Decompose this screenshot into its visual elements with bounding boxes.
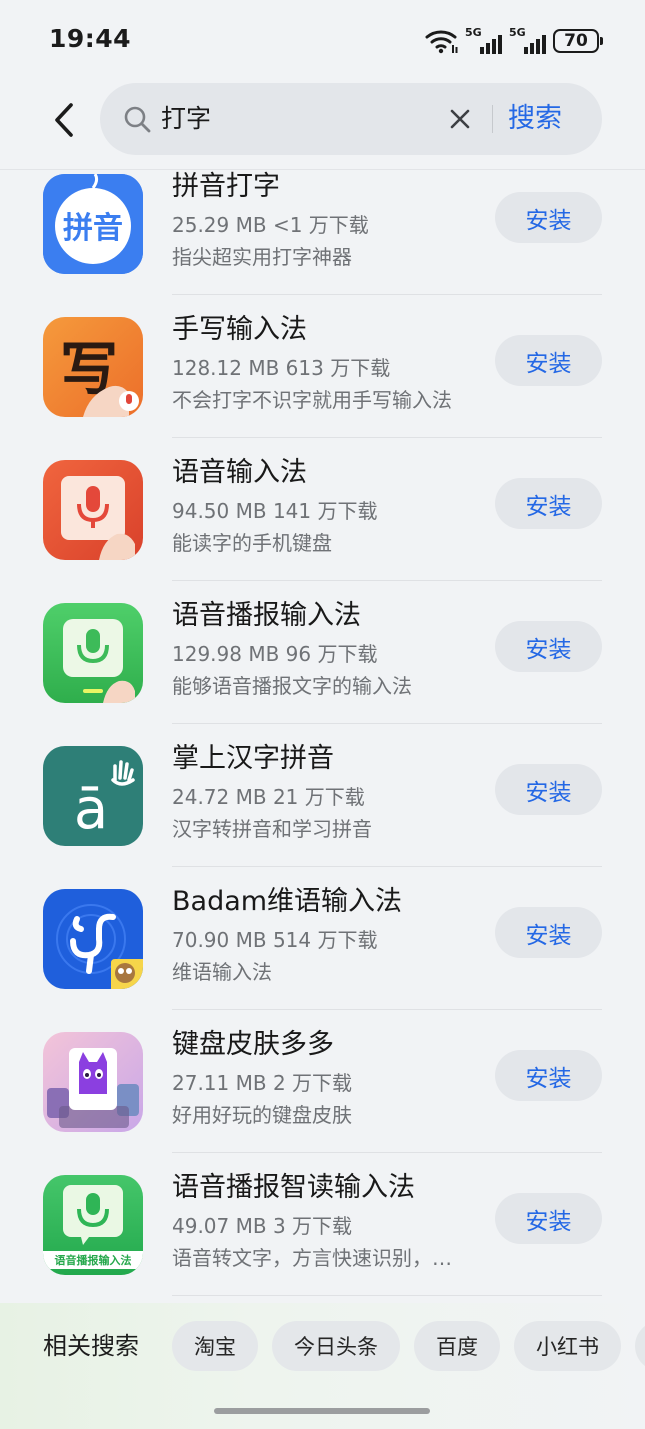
app-description: 不会打字不识字就用手写输入法 xyxy=(172,388,452,412)
app-name: 手写输入法 xyxy=(172,314,307,345)
related-chip[interactable]: 小红书 xyxy=(514,1321,621,1371)
related-chip[interactable]: 淘宝 xyxy=(172,1321,258,1371)
app-name: 键盘皮肤多多 xyxy=(172,1029,334,1060)
search-box: 搜索 xyxy=(100,83,602,155)
app-description: 维语输入法 xyxy=(172,960,272,984)
app-row[interactable]: Badam维语输入法 70.90 MB 514 万下载 维语输入法 安装 xyxy=(0,867,645,1010)
keyboard-skin-logo-icon[interactable] xyxy=(43,1032,143,1132)
wifi-icon xyxy=(425,30,458,54)
search-icon xyxy=(124,106,151,133)
app-row[interactable]: 写 手写输入法 128.12 MB 613 万下载 不会打字不识字就用手写输入法… xyxy=(0,295,645,438)
app-name: 语音播报智读输入法 xyxy=(172,1172,415,1203)
clear-search-button[interactable] xyxy=(444,103,476,135)
install-button[interactable]: 安装 xyxy=(495,335,602,386)
hanzi-pinyin-logo-icon[interactable]: ā xyxy=(43,746,143,846)
app-description: 汉字转拼音和学习拼音 xyxy=(172,817,372,841)
badam-logo-icon[interactable] xyxy=(43,889,143,989)
app-name: Badam维语输入法 xyxy=(172,886,403,917)
related-search-bar: 相关搜索 淘宝 今日头条 百度 小红书 番茄 xyxy=(0,1303,645,1429)
search-header: 搜索 xyxy=(0,80,645,170)
app-row[interactable]: 拼音 拼音打字 25.29 MB <1 万下载 指尖超实用打字神器 安装 xyxy=(0,170,645,295)
handwriting-logo-icon[interactable]: 写 xyxy=(43,317,143,417)
install-button[interactable]: 安装 xyxy=(495,621,602,672)
status-icons: 5G 5G 70 xyxy=(425,26,603,56)
cellular-signal-1-icon: 5G xyxy=(465,27,503,55)
install-button[interactable]: 安装 xyxy=(495,764,602,815)
close-icon xyxy=(450,109,470,129)
app-meta: 24.72 MB 21 万下载 xyxy=(172,785,365,809)
related-chip[interactable]: 番茄 xyxy=(635,1321,645,1371)
row-divider xyxy=(172,1295,602,1296)
app-row[interactable]: 语音播报输入法 语音播报智读输入法 49.07 MB 3 万下载 语音转文字，方… xyxy=(0,1153,645,1296)
related-search-chips[interactable]: 淘宝 今日头条 百度 小红书 番茄 xyxy=(172,1321,645,1371)
related-search-title: 相关搜索 xyxy=(43,1332,139,1360)
battery-level: 70 xyxy=(564,30,588,51)
back-arrow-icon xyxy=(55,103,73,137)
install-button[interactable]: 安装 xyxy=(495,1193,602,1244)
app-row[interactable]: ā 掌上汉字拼音 24.72 MB 21 万下载 汉字转拼音和学习拼音 安装 xyxy=(0,724,645,867)
app-meta: 70.90 MB 514 万下载 xyxy=(172,928,378,952)
app-store-search-screen: 19:44 5G 5G 70 打字 搜索 拼音 拼音打字 25.29 MB <1… xyxy=(0,0,645,1429)
app-meta: 49.07 MB 3 万下载 xyxy=(172,1214,353,1238)
app-description: 好用好玩的键盘皮肤 xyxy=(172,1103,352,1127)
pinyin-logo-icon[interactable]: 拼音 xyxy=(43,174,143,274)
hanzi-pinyin-logo-text: ā xyxy=(74,777,108,842)
app-meta: 25.29 MB <1 万下载 xyxy=(172,213,369,237)
back-button[interactable] xyxy=(44,96,84,144)
status-time: 19:44 xyxy=(49,24,132,53)
app-name: 拼音打字 xyxy=(172,171,280,202)
cellular-signal-2-icon: 5G xyxy=(509,27,547,55)
related-chip[interactable]: 今日头条 xyxy=(272,1321,400,1371)
voice-broadcast-logo-icon[interactable] xyxy=(43,603,143,703)
smart-read-logo-text: 语音播报输入法 xyxy=(55,1253,132,1267)
app-meta: 128.12 MB 613 万下载 xyxy=(172,356,391,380)
app-description: 能读字的手机键盘 xyxy=(172,531,332,555)
search-divider xyxy=(492,105,493,133)
search-results-list[interactable]: 拼音 拼音打字 25.29 MB <1 万下载 指尖超实用打字神器 安装 写 手… xyxy=(0,170,645,1303)
pinyin-logo-text: 拼音 xyxy=(63,211,123,246)
battery-icon: 70 xyxy=(553,29,603,53)
app-description: 指尖超实用打字神器 xyxy=(172,245,352,269)
app-description: 语音转文字，方言快速识别，… xyxy=(172,1246,452,1270)
voice-input-logo-icon[interactable] xyxy=(43,460,143,560)
app-name: 掌上汉字拼音 xyxy=(172,743,334,774)
app-meta: 27.11 MB 2 万下载 xyxy=(172,1071,353,1095)
home-indicator[interactable] xyxy=(214,1408,430,1414)
install-button[interactable]: 安装 xyxy=(495,478,602,529)
app-meta: 129.98 MB 96 万下载 xyxy=(172,642,378,666)
status-bar: 19:44 5G 5G 70 xyxy=(0,0,645,80)
smart-read-logo-icon[interactable]: 语音播报输入法 xyxy=(43,1175,143,1275)
related-chip[interactable]: 百度 xyxy=(414,1321,500,1371)
search-input[interactable] xyxy=(161,99,421,139)
app-row[interactable]: 语音输入法 94.50 MB 141 万下载 能读字的手机键盘 安装 xyxy=(0,438,645,581)
search-submit-button[interactable]: 搜索 xyxy=(508,99,562,139)
app-meta: 94.50 MB 141 万下载 xyxy=(172,499,378,523)
app-description: 能够语音播报文字的输入法 xyxy=(172,674,412,698)
app-name: 语音播报输入法 xyxy=(172,600,361,631)
install-button[interactable]: 安装 xyxy=(495,192,602,243)
app-row[interactable]: 键盘皮肤多多 27.11 MB 2 万下载 好用好玩的键盘皮肤 安装 xyxy=(0,1010,645,1153)
install-button[interactable]: 安装 xyxy=(495,907,602,958)
app-name: 语音输入法 xyxy=(172,457,307,488)
app-row[interactable]: 语音播报输入法 129.98 MB 96 万下载 能够语音播报文字的输入法 安装 xyxy=(0,581,645,724)
install-button[interactable]: 安装 xyxy=(495,1050,602,1101)
